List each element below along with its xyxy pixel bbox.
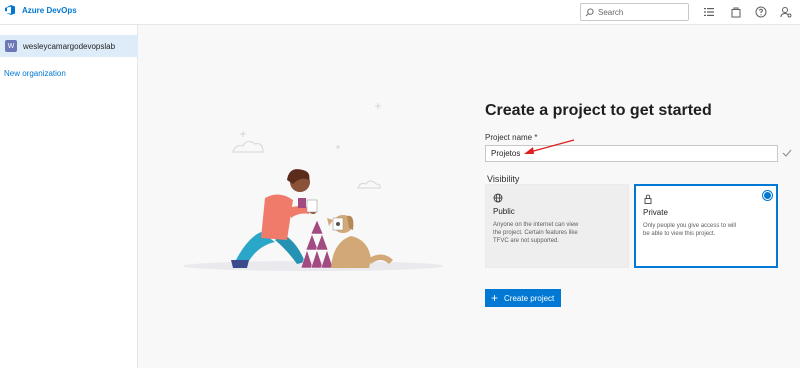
private-description: Only people you give access to will be a… bbox=[643, 223, 737, 237]
org-avatar: W bbox=[5, 40, 17, 52]
brand[interactable]: Azure DevOps bbox=[4, 4, 77, 16]
private-radio-selected[interactable] bbox=[763, 191, 772, 200]
search-placeholder: Search bbox=[598, 7, 624, 17]
sidebar: W wesleycamargodevopslab New organizatio… bbox=[0, 25, 138, 368]
bag-icon[interactable] bbox=[730, 6, 742, 18]
house-of-cards-illustration bbox=[183, 103, 443, 271]
lock-icon bbox=[644, 194, 652, 204]
public-title: Public bbox=[493, 207, 515, 216]
search-box[interactable]: Search bbox=[580, 3, 689, 21]
private-title: Private bbox=[643, 208, 668, 217]
public-description: Anyone on the internet can view the proj… bbox=[493, 222, 579, 244]
create-project-button[interactable]: + Create project bbox=[485, 289, 561, 307]
plus-icon: + bbox=[491, 291, 499, 305]
checkmark-icon bbox=[782, 149, 792, 157]
visibility-option-private[interactable]: Private Only people you give access to w… bbox=[634, 184, 778, 268]
top-bar: Azure DevOps Search bbox=[0, 0, 800, 25]
visibility-label: Visibility bbox=[487, 174, 520, 184]
brand-name: Azure DevOps bbox=[22, 5, 77, 15]
globe-icon bbox=[493, 193, 503, 203]
azure-devops-logo-icon bbox=[5, 5, 15, 15]
help-icon[interactable] bbox=[755, 6, 767, 18]
user-settings-icon[interactable] bbox=[780, 6, 792, 18]
org-name: wesleycamargodevopslab bbox=[23, 41, 116, 51]
new-organization-link[interactable]: New organization bbox=[4, 69, 66, 78]
search-icon bbox=[585, 7, 594, 16]
create-project-label: Create project bbox=[504, 293, 555, 303]
visibility-option-public[interactable]: Public Anyone on the internet can view t… bbox=[485, 184, 629, 268]
page-title: Create a project to get started bbox=[485, 102, 712, 119]
annotation-arrow bbox=[524, 139, 575, 154]
sidebar-item-organization[interactable]: W wesleycamargodevopslab bbox=[0, 35, 138, 57]
list-icon[interactable] bbox=[703, 6, 715, 18]
